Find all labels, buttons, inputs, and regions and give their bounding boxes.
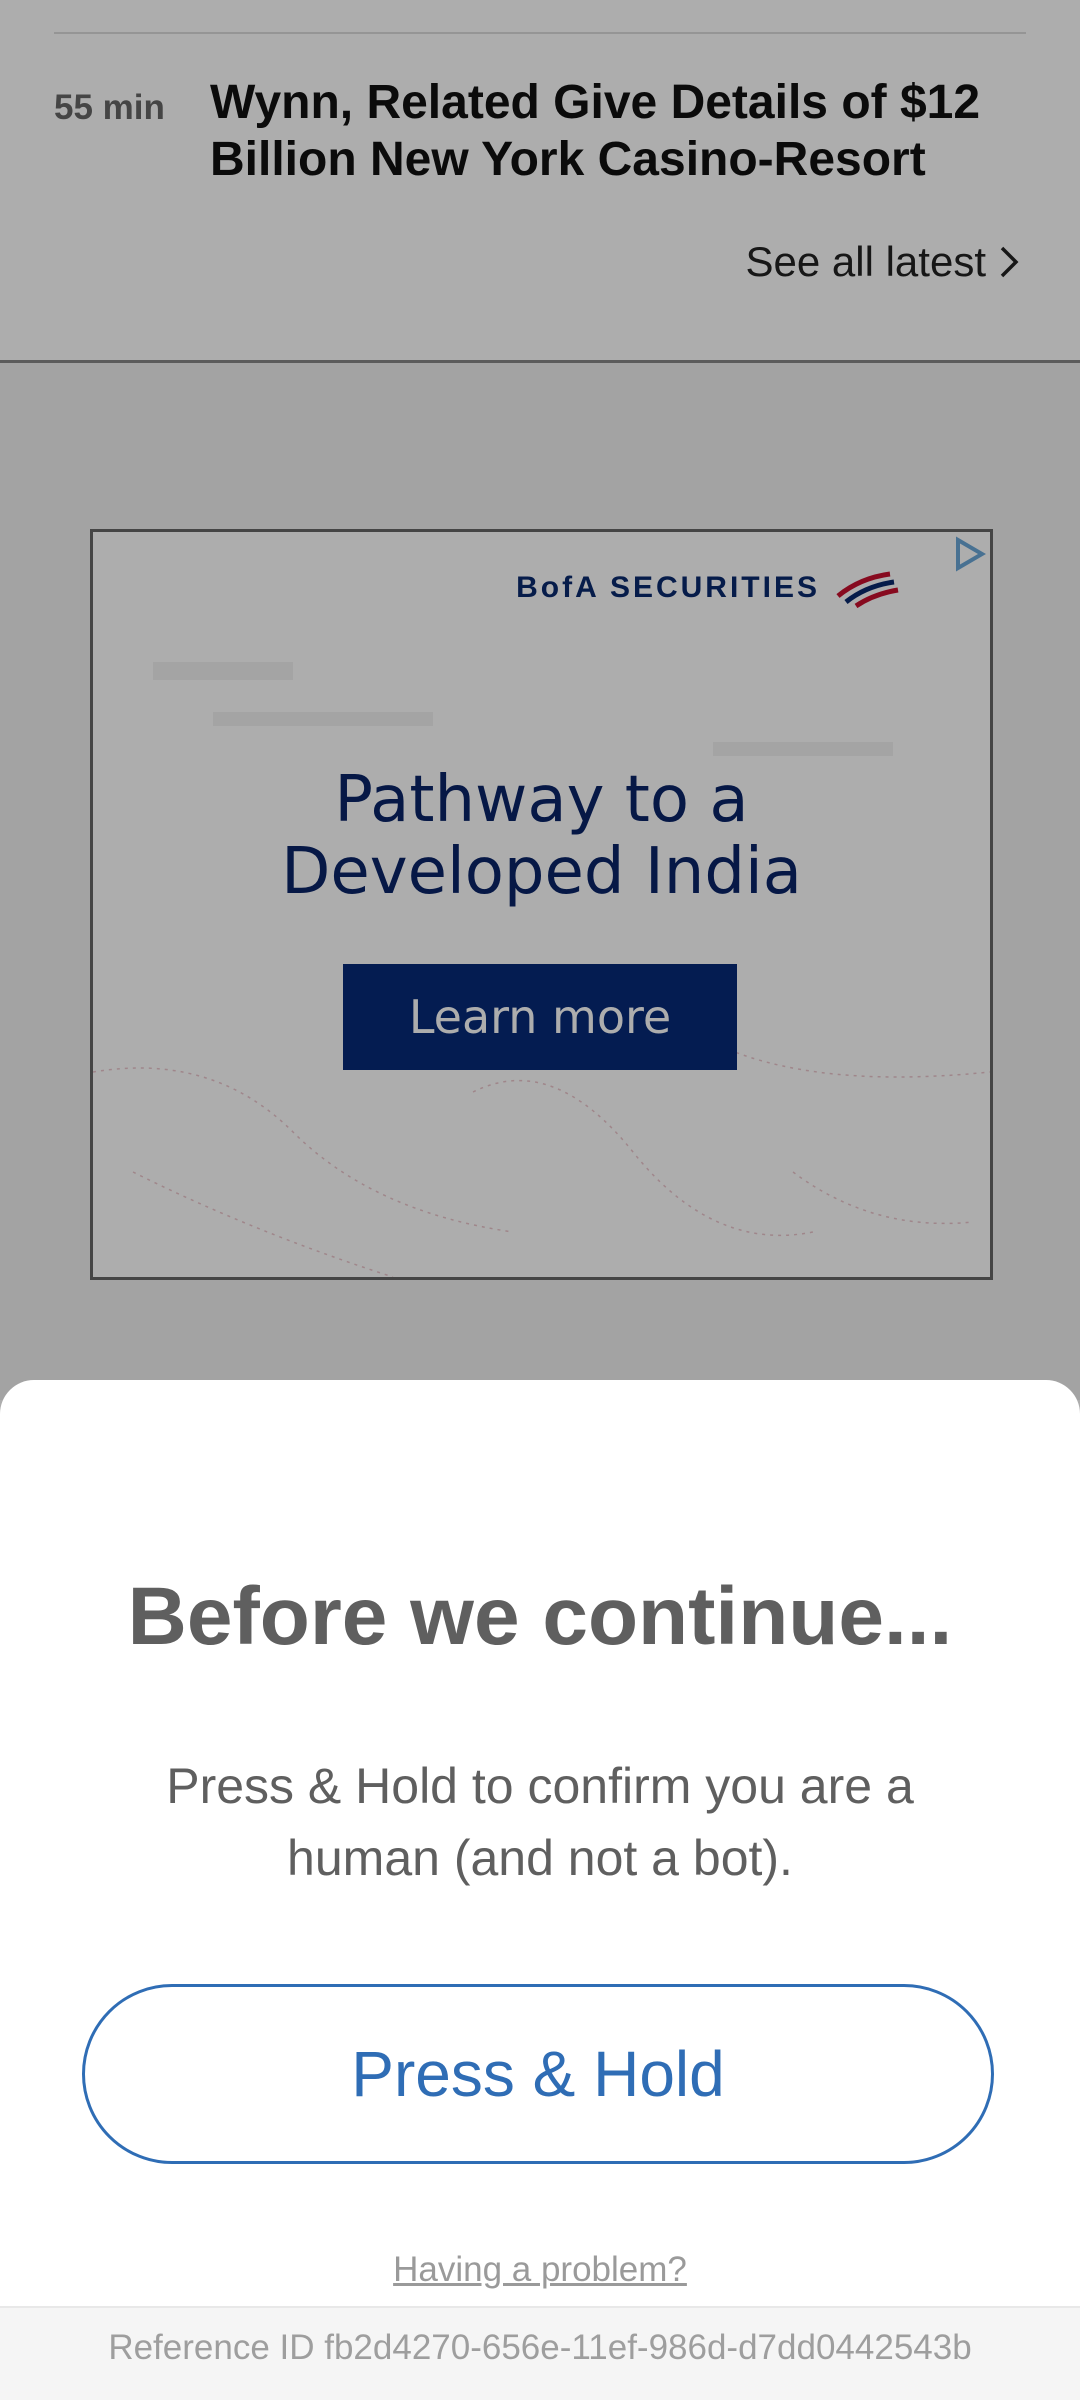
bot-check-sheet: Before we continue... Press & Hold to co… — [0, 1380, 1080, 2400]
having-a-problem-link[interactable]: Having a problem? — [0, 2250, 1080, 2290]
reference-bar: Reference ID fb2d4270-656e-11ef-986d-d7d… — [0, 2306, 1080, 2400]
sheet-description: Press & Hold to confirm you are a human … — [166, 1758, 914, 1886]
sheet-title: Before we continue... — [127, 1571, 953, 1662]
press-and-hold-label: Press & Hold — [351, 2038, 725, 2110]
press-and-hold-button[interactable]: Press & Hold — [82, 1984, 994, 2164]
reference-id: Reference ID fb2d4270-656e-11ef-986d-d7d… — [108, 2328, 972, 2367]
